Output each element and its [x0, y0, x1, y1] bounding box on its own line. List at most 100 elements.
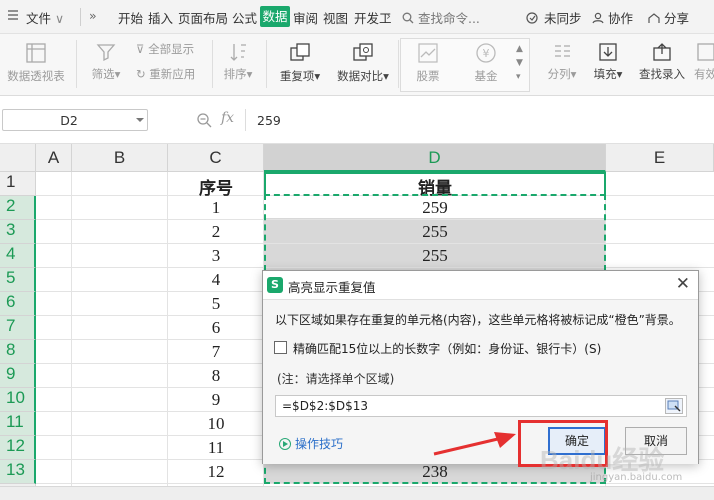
watermark-url: jingyan.baidu.com: [590, 472, 683, 483]
wps-sheet-icon: S: [267, 277, 283, 293]
pivot-table-icon: [26, 43, 46, 63]
row-header-10[interactable]: 10: [0, 388, 36, 412]
zoom-icon[interactable]: [196, 112, 212, 128]
d1-border: [264, 172, 606, 194]
share-button[interactable]: 分享: [648, 8, 689, 27]
dialog-title: 高亮显示重复值: [288, 280, 376, 295]
tab-insert[interactable]: 插入: [148, 8, 173, 27]
show-all-button[interactable]: ⊽ 全部显示: [136, 41, 194, 57]
sort-button[interactable]: 排序▾: [220, 42, 256, 82]
file-menu[interactable]: 文件 ∨: [26, 8, 64, 27]
svg-text:¥: ¥: [483, 47, 490, 60]
col-header-e[interactable]: E: [606, 144, 714, 172]
yen-coin-icon: ¥: [476, 43, 496, 63]
sort-icon: [230, 44, 246, 61]
row-header-13[interactable]: 13: [0, 460, 36, 484]
cell-c10[interactable]: 9: [168, 390, 264, 410]
duplicates-button[interactable]: 重复项▾: [274, 42, 326, 84]
cell-c5[interactable]: 4: [168, 270, 264, 290]
menu-bar: 文件 ∨ » 开始 插入 页面布局 公式 数据 审阅 视图 开发工 › 查找命令…: [0, 0, 714, 34]
text-to-columns-button[interactable]: 分列▾: [544, 42, 580, 82]
duplicates-icon: [290, 43, 310, 61]
search-command[interactable]: 查找命令...: [402, 8, 480, 27]
row-header-5[interactable]: 5: [0, 268, 36, 292]
row-header-9[interactable]: 9: [0, 364, 36, 388]
cell-c9[interactable]: 8: [168, 366, 264, 386]
range-picker-icon[interactable]: [665, 398, 683, 414]
cell-c8[interactable]: 7: [168, 342, 264, 362]
row-header-2[interactable]: 2: [0, 196, 36, 220]
col-header-a[interactable]: A: [36, 144, 72, 172]
cell-c13[interactable]: 12: [168, 462, 264, 482]
close-icon[interactable]: ✕: [676, 275, 690, 293]
gallery-scroll[interactable]: ▲ ▼ ▾: [516, 42, 528, 84]
select-all-corner[interactable]: [0, 144, 36, 172]
play-icon: [279, 438, 291, 450]
data-compare-button[interactable]: 数据对比▾: [332, 42, 394, 84]
row-header-6[interactable]: 6: [0, 292, 36, 316]
tab-formulas[interactable]: 公式: [232, 8, 257, 27]
split-columns-icon: [555, 45, 570, 57]
name-box[interactable]: D2: [2, 109, 148, 131]
menu-hamburger-icon[interactable]: [8, 8, 18, 23]
long-number-checkbox[interactable]: [274, 341, 287, 354]
col-header-b[interactable]: B: [72, 144, 168, 172]
dialog-note: (注：请选择单个区域): [277, 372, 395, 386]
cell-c4[interactable]: 3: [168, 246, 264, 266]
cell-c11[interactable]: 10: [168, 414, 264, 434]
tab-scroll-right-icon[interactable]: ›: [386, 8, 391, 23]
row-header-12[interactable]: 12: [0, 436, 36, 460]
cell-c7[interactable]: 6: [168, 318, 264, 338]
pivot-table-button[interactable]: 数据透视表: [4, 42, 68, 84]
lookup-entry-icon: [653, 43, 671, 61]
validity-button[interactable]: 有效: [694, 42, 714, 82]
fill-down-icon: [599, 43, 617, 61]
range-input[interactable]: =$D$2:$D$13: [275, 395, 687, 417]
funds-button[interactable]: ¥ 基金: [466, 42, 506, 84]
row-header-11[interactable]: 11: [0, 412, 36, 436]
reapply-button[interactable]: ↻ 重新应用: [136, 66, 195, 82]
tab-review[interactable]: 审阅: [293, 8, 318, 27]
tab-view[interactable]: 视图: [323, 8, 348, 27]
show-all-icon: ⊽: [136, 42, 145, 56]
row-header-3[interactable]: 3: [0, 220, 36, 244]
dialog-titlebar[interactable]: S 高亮显示重复值 ✕: [263, 271, 698, 299]
reapply-icon: ↻: [136, 67, 146, 81]
formula-input[interactable]: 259: [257, 113, 281, 128]
cell-c12[interactable]: 11: [168, 438, 264, 458]
lookup-entry-button[interactable]: 查找录入: [636, 42, 688, 82]
tab-data[interactable]: 数据: [260, 6, 290, 27]
sheet-tab-strip: [0, 486, 714, 500]
col-header-d[interactable]: D: [264, 144, 606, 172]
share-icon: [648, 13, 660, 23]
row-header-7[interactable]: 7: [0, 316, 36, 340]
col-header-c[interactable]: C: [168, 144, 264, 172]
cell-c2[interactable]: 1: [168, 198, 264, 218]
long-number-checkbox-label[interactable]: 精确匹配15位以上的长数字（例如：身份证、银行卡）(S): [293, 340, 601, 357]
dialog-description: 以下区域如果存在重复的单元格(内容)，这些单元格将被标记成“橙色”背景。: [275, 313, 681, 327]
unsynced-button[interactable]: 未同步: [526, 8, 582, 27]
cell-c3[interactable]: 2: [168, 222, 264, 242]
validity-icon: [697, 43, 714, 61]
tab-home[interactable]: 开始: [118, 8, 143, 27]
fill-button[interactable]: 填充▾: [590, 42, 626, 82]
row-header-4[interactable]: 4: [0, 244, 36, 268]
filter-button[interactable]: 筛选▾: [86, 42, 126, 82]
more-tabs-icon[interactable]: »: [89, 8, 97, 23]
ribbon: 数据透视表 筛选▾ ⊽ 全部显示 ↻ 重新应用 排序▾ 重复项▾ 数据对比▾ 股…: [0, 34, 714, 96]
annotation-arrow: [433, 432, 516, 456]
row-header-1[interactable]: 1: [0, 172, 36, 196]
row-header-8[interactable]: 8: [0, 340, 36, 364]
compare-icon: [353, 43, 373, 61]
name-box-dropdown-icon[interactable]: [136, 118, 144, 122]
cell-c6[interactable]: 5: [168, 294, 264, 314]
tab-page-layout[interactable]: 页面布局: [178, 8, 228, 27]
fx-icon[interactable]: fx: [221, 110, 234, 126]
search-icon: [402, 12, 414, 24]
cell-c1[interactable]: 序号: [168, 174, 264, 199]
stocks-button[interactable]: 股票: [408, 42, 448, 84]
collaborate-button[interactable]: 协作: [592, 8, 633, 27]
cloud-icon: [526, 12, 538, 24]
stock-chart-icon: [418, 43, 438, 63]
tips-link[interactable]: 操作技巧: [279, 435, 343, 452]
